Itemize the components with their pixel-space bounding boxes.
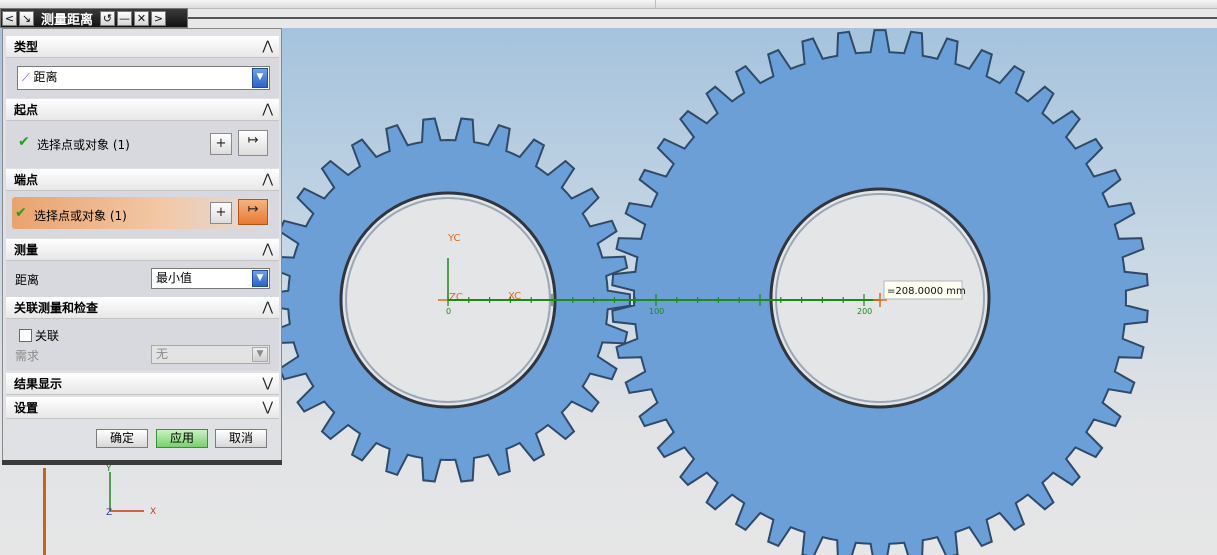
requirement-value: 无 bbox=[156, 347, 169, 361]
start-select-label[interactable]: 选择点或对象 (1) bbox=[37, 136, 130, 153]
measurement-readout: =208.0000 mm bbox=[887, 286, 966, 297]
ruler-tick-label-200: 200 bbox=[857, 307, 872, 316]
expand-icon[interactable]: ⋁ bbox=[262, 397, 273, 419]
cancel-button[interactable]: 取消 bbox=[215, 429, 267, 448]
section-start-body: ✔ 选择点或对象 (1) + ↦ bbox=[6, 121, 279, 168]
associative-label[interactable]: 关联 bbox=[35, 327, 59, 344]
minimize-button[interactable]: — bbox=[117, 10, 133, 26]
collapse-icon[interactable]: ⋀ bbox=[262, 169, 273, 191]
select-object-icon[interactable]: ↦ bbox=[238, 130, 268, 156]
measure-tool-icon: ↘ bbox=[19, 10, 34, 26]
section-measure-body: 距离 最小值 ▼ bbox=[6, 261, 279, 297]
distance-mode-dropdown[interactable]: 最小值 ▼ bbox=[151, 268, 270, 289]
requirement-dropdown: 无 ▼ bbox=[151, 345, 270, 364]
distance-type-icon: ⟋ bbox=[22, 71, 30, 84]
section-result-title: 结果显示 bbox=[14, 377, 63, 391]
forward-button[interactable]: > bbox=[151, 10, 167, 26]
section-settings-header[interactable]: 设置 ⋁ bbox=[6, 397, 279, 419]
section-end-header[interactable]: 端点 ⋀ bbox=[6, 169, 279, 191]
wcs-zc-label: ZC bbox=[449, 292, 463, 303]
reset-button[interactable]: ↺ bbox=[100, 10, 116, 26]
section-assoc-header[interactable]: 关联测量和检查 ⋀ bbox=[6, 297, 279, 319]
ruler-tick-label-0: 0 bbox=[446, 307, 451, 316]
measure-distance-dialog: 类型 ⋀ ⟋ 距离 ▼ 起点 ⋀ ✔ 选择点或对象 (1) + ↦ 端点 ⋀ ✔… bbox=[2, 28, 282, 464]
select-object-icon[interactable]: ↦ bbox=[238, 199, 268, 225]
section-result-header[interactable]: 结果显示 ⋁ bbox=[6, 373, 279, 395]
collapse-icon[interactable]: ⋀ bbox=[262, 297, 273, 319]
back-button[interactable]: < bbox=[2, 10, 17, 26]
section-start-header[interactable]: 起点 ⋀ bbox=[6, 99, 279, 121]
check-icon: ✔ bbox=[15, 205, 27, 221]
section-type-header[interactable]: 类型 ⋀ bbox=[6, 36, 279, 58]
section-type-body: ⟋ 距离 ▼ bbox=[6, 58, 279, 98]
distance-mode-value: 最小值 bbox=[156, 271, 193, 285]
distance-label: 距离 bbox=[15, 273, 40, 287]
section-assoc-body: 关联 需求 无 ▼ bbox=[6, 319, 279, 371]
section-type-title: 类型 bbox=[14, 40, 39, 54]
expand-icon[interactable]: ⋁ bbox=[262, 373, 273, 395]
chevron-down-icon: ▼ bbox=[252, 347, 268, 362]
chevron-down-icon[interactable]: ▼ bbox=[252, 270, 268, 287]
ruler-tick-label-100: 100 bbox=[649, 307, 664, 316]
apply-button[interactable]: 应用 bbox=[156, 429, 208, 448]
point-dialog-icon[interactable]: + bbox=[210, 133, 232, 155]
ok-button[interactable]: 确定 bbox=[96, 429, 148, 448]
end-select-label[interactable]: 选择点或对象 (1) bbox=[34, 207, 127, 224]
section-end-title: 端点 bbox=[14, 173, 39, 187]
section-settings-title: 设置 bbox=[14, 401, 39, 415]
close-button[interactable]: ✕ bbox=[134, 10, 150, 26]
section-start-title: 起点 bbox=[14, 103, 39, 117]
associative-checkbox[interactable] bbox=[19, 329, 32, 342]
check-icon: ✔ bbox=[18, 134, 30, 150]
point-dialog-icon[interactable]: + bbox=[210, 202, 232, 224]
wcs-yc-label: YC bbox=[447, 233, 461, 244]
dialog-title-bar[interactable]: < ↘ 测量距离 ↺ — ✕ > bbox=[0, 8, 188, 28]
section-measure-header[interactable]: 测量 ⋀ bbox=[6, 239, 279, 261]
dialog-title: 测量距离 bbox=[41, 12, 94, 28]
section-measure-title: 测量 bbox=[14, 243, 39, 257]
title-bar-divider bbox=[188, 17, 1217, 19]
toolbar-separator bbox=[655, 0, 656, 8]
section-assoc-title: 关联测量和检查 bbox=[14, 301, 99, 315]
collapse-icon[interactable]: ⋀ bbox=[262, 36, 273, 58]
end-select-row-active[interactable]: ✔ 选择点或对象 (1) + ↦ bbox=[12, 197, 270, 229]
triad-y-label: Y bbox=[105, 464, 112, 474]
triad-x-label: X bbox=[150, 507, 156, 517]
triad-z-label: Z bbox=[106, 508, 112, 518]
chevron-down-icon[interactable]: ▼ bbox=[252, 68, 268, 88]
type-dropdown-value: 距离 bbox=[33, 70, 58, 84]
requirement-label: 需求 bbox=[15, 349, 40, 363]
view-boundary-line bbox=[43, 468, 46, 555]
type-dropdown[interactable]: ⟋ 距离 ▼ bbox=[17, 66, 270, 90]
collapse-icon[interactable]: ⋀ bbox=[262, 99, 273, 121]
collapse-icon[interactable]: ⋀ bbox=[262, 239, 273, 261]
dialog-bottom-edge bbox=[2, 460, 282, 465]
